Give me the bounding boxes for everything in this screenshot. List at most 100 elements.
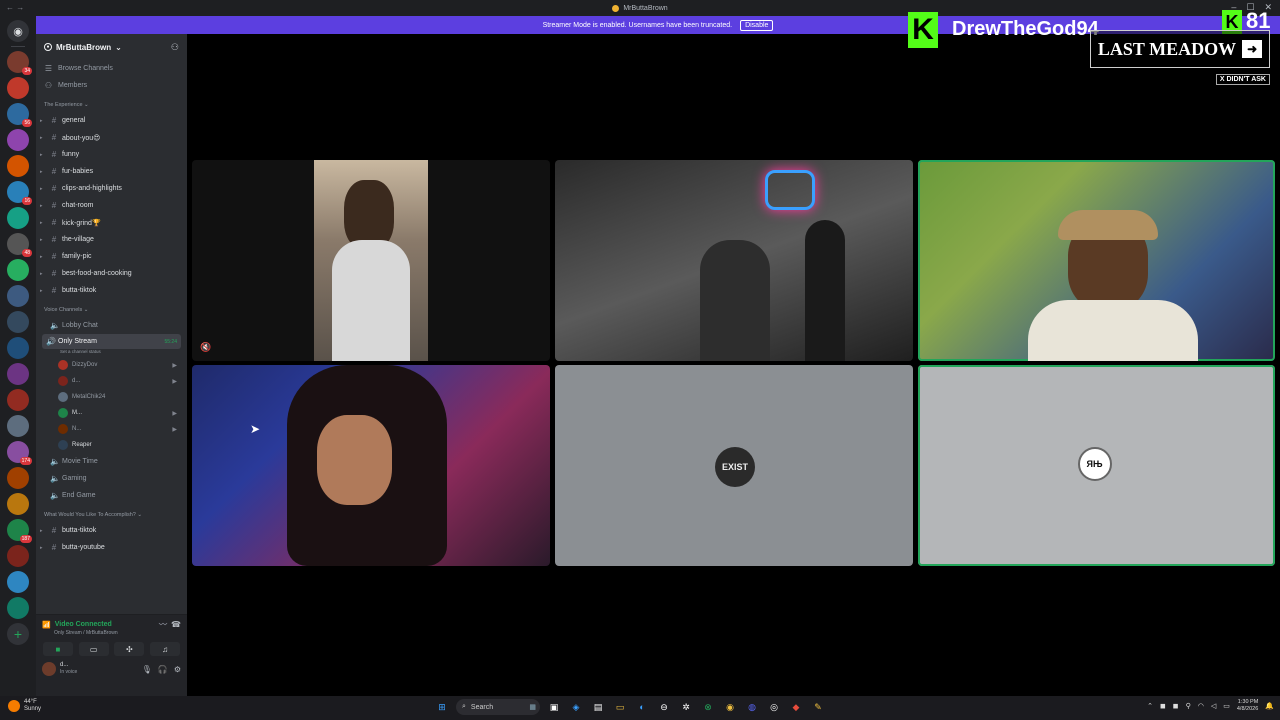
- voice-user[interactable]: M... ▶: [36, 405, 187, 421]
- video-tile-camera-off[interactable]: EXIST: [555, 365, 913, 566]
- video-tile[interactable]: [192, 365, 550, 566]
- channel-about-you[interactable]: ▸ # about-you😍: [36, 129, 187, 146]
- channel-funny[interactable]: ▸ # funny: [36, 146, 187, 163]
- notifications-icon[interactable]: 🔔: [1265, 702, 1274, 710]
- voice-channel-movie-time[interactable]: 🔈 Movie Time: [36, 453, 187, 470]
- edge-icon[interactable]: ◐: [634, 699, 650, 715]
- server-icon[interactable]: [7, 415, 29, 437]
- avatar[interactable]: [42, 662, 56, 676]
- voice-channel-gaming[interactable]: 🔈 Gaming: [36, 470, 187, 487]
- channel-status[interactable]: Set a channel status: [36, 349, 187, 357]
- server-icon[interactable]: [7, 597, 29, 619]
- category-accomplish[interactable]: What Would You Like To Accomplish? ⌄: [36, 508, 187, 522]
- direct-messages-icon[interactable]: ◉: [7, 20, 29, 42]
- voice-channel-end-game[interactable]: 🔈 End Game: [36, 487, 187, 504]
- screen-share-button[interactable]: ▭: [78, 642, 109, 656]
- video-tile-speaking[interactable]: [918, 160, 1275, 361]
- camera-icon: ▶: [172, 378, 177, 385]
- server-icon[interactable]: [7, 129, 29, 151]
- category-experience[interactable]: The Experience ⌄: [36, 98, 187, 112]
- channel-butta-tiktok[interactable]: ▸ # butta-tiktok: [36, 282, 187, 299]
- microphone-icon[interactable]: 🎙: [142, 665, 152, 674]
- activities-button[interactable]: ✣: [114, 642, 145, 656]
- channel-best-food-and-cooking[interactable]: ▸ # best-food-and-cooking: [36, 265, 187, 282]
- app-icon[interactable]: ◆: [788, 699, 804, 715]
- noise-suppression-icon[interactable]: 〰: [159, 619, 167, 630]
- voice-user[interactable]: Reaper: [36, 437, 187, 453]
- copilot-icon[interactable]: ◈: [568, 699, 584, 715]
- store-icon[interactable]: ▤: [590, 699, 606, 715]
- chevron-up-icon[interactable]: ⌃: [1147, 702, 1153, 710]
- server-icon[interactable]: [7, 285, 29, 307]
- disable-streamer-mode-button[interactable]: Disable: [740, 19, 774, 31]
- channel-general[interactable]: ▸ # general: [36, 112, 187, 129]
- windows-start-icon[interactable]: ⊞: [434, 699, 450, 715]
- channel-chat-room[interactable]: ▸ # chat-room: [36, 197, 187, 214]
- video-tile[interactable]: [555, 160, 913, 361]
- channel-the-village[interactable]: ▸ # the-village: [36, 231, 187, 248]
- channel-clips-and-highlights[interactable]: ▸ # clips-and-highlights: [36, 180, 187, 197]
- channel-butta-tiktok-2[interactable]: ▸ # butta-tiktok: [36, 522, 187, 539]
- server-icon[interactable]: 48: [7, 233, 32, 257]
- server-icon[interactable]: [7, 493, 29, 515]
- headphones-icon[interactable]: 🎧: [158, 665, 168, 674]
- server-icon[interactable]: [7, 259, 29, 281]
- server-icon[interactable]: [7, 467, 29, 489]
- clock[interactable]: 1:30 PM 4/8/2026: [1237, 699, 1258, 713]
- app-icon[interactable]: ⊖: [656, 699, 672, 715]
- server-icon[interactable]: [7, 77, 29, 99]
- server-icon[interactable]: [7, 571, 29, 593]
- volume-icon[interactable]: ◁: [1211, 702, 1216, 710]
- server-icon[interactable]: 187: [7, 519, 32, 543]
- app-icon[interactable]: ✎: [810, 699, 826, 715]
- channel-family-pic[interactable]: ▸ # family-pic: [36, 248, 187, 265]
- file-explorer-icon[interactable]: ▭: [612, 699, 628, 715]
- server-icon[interactable]: 174: [7, 441, 32, 465]
- discord-icon[interactable]: ◍: [744, 699, 760, 715]
- wifi-icon[interactable]: ◠: [1198, 702, 1204, 710]
- channel-fur-babies[interactable]: ▸ # fur-babies: [36, 163, 187, 180]
- add-member-icon[interactable]: ⚇: [171, 42, 179, 53]
- server-icon[interactable]: 34: [7, 51, 32, 75]
- server-icon[interactable]: 56: [7, 103, 32, 127]
- task-view-icon[interactable]: ▣: [546, 699, 562, 715]
- server-icon[interactable]: [7, 155, 29, 177]
- xbox-icon[interactable]: ⊗: [700, 699, 716, 715]
- voice-channel-lobby[interactable]: 🔈 Lobby Chat: [36, 317, 187, 334]
- server-icon[interactable]: [7, 363, 29, 385]
- browse-channels-link[interactable]: ☰ Browse Channels: [36, 60, 187, 77]
- video-tile-camera-off-speaking[interactable]: ЯЊ: [918, 365, 1275, 566]
- channel-kick-grind[interactable]: ▸ # kick-grind🏆: [36, 214, 187, 231]
- server-icon[interactable]: [7, 337, 29, 359]
- chrome-icon[interactable]: ◉: [722, 699, 738, 715]
- taskbar-search[interactable]: ⌕ Search ▦: [456, 699, 540, 715]
- server-icon[interactable]: [7, 311, 29, 333]
- soundboard-button[interactable]: ♫: [150, 642, 181, 656]
- location-icon[interactable]: ⚲: [1186, 702, 1191, 710]
- add-server-icon[interactable]: +: [7, 623, 29, 645]
- members-link[interactable]: ⚇ Members: [36, 77, 187, 94]
- channel-butta-youtube[interactable]: ▸ # butta-youtube: [36, 539, 187, 556]
- disconnect-icon[interactable]: ☎: [171, 620, 181, 629]
- voice-user[interactable]: DizzyDov ▶: [36, 357, 187, 373]
- server-icon[interactable]: [7, 389, 29, 411]
- settings-icon[interactable]: ✲: [678, 699, 694, 715]
- server-icon[interactable]: [7, 545, 29, 567]
- server-icon[interactable]: 16: [7, 181, 32, 205]
- camera-button[interactable]: ■: [42, 642, 73, 656]
- weather-widget[interactable]: 44°F Sunny: [8, 699, 41, 713]
- voice-channel-only-stream[interactable]: 🔊 Only Stream 55:24: [42, 334, 181, 349]
- voice-user[interactable]: MetalChik24: [36, 389, 187, 405]
- video-tile[interactable]: 🔇: [192, 160, 550, 361]
- server-header[interactable]: ● MrButtaBrown ⌄ ⚇: [36, 34, 187, 60]
- server-icon[interactable]: [7, 207, 29, 229]
- category-voice[interactable]: Voice Channels ⌄: [36, 303, 187, 317]
- app-icon[interactable]: ◎: [766, 699, 782, 715]
- gear-icon[interactable]: ⚙: [174, 665, 181, 674]
- voice-user[interactable]: d... ▶: [36, 373, 187, 389]
- tray-app-icon[interactable]: ◼: [1160, 702, 1166, 710]
- battery-icon[interactable]: ▭: [1223, 702, 1230, 710]
- voice-user[interactable]: N... ▶: [36, 421, 187, 437]
- back-arrow-icon[interactable]: ← →: [6, 3, 24, 12]
- tray-app-icon[interactable]: ◼: [1173, 702, 1179, 710]
